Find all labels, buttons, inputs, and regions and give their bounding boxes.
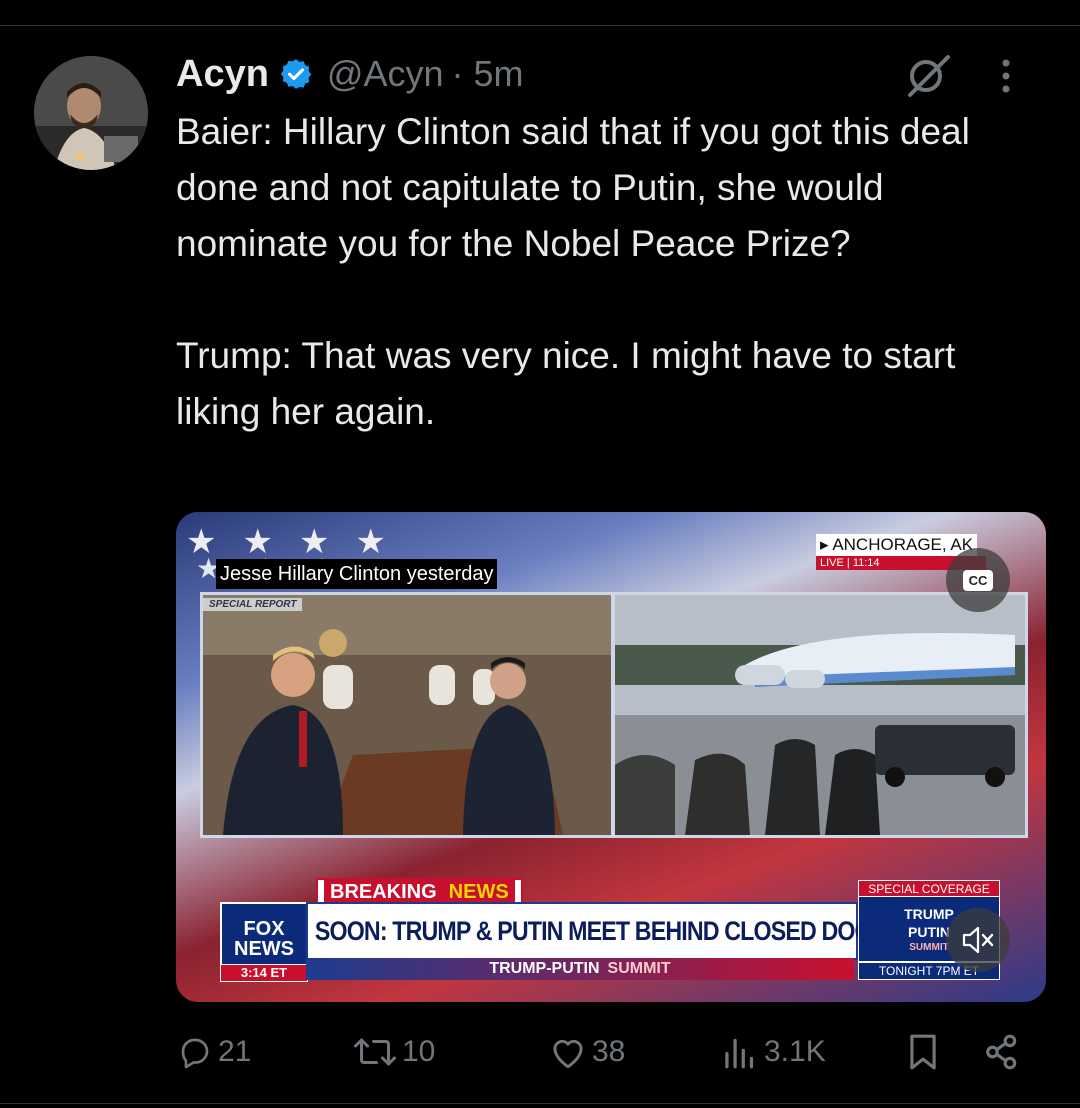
display-name[interactable]: Acyn [176, 53, 269, 96]
subbar-text-2: SUMMIT [607, 960, 671, 977]
special-report-tag: SPECIAL REPORT [203, 598, 303, 611]
tweet-top-actions [900, 52, 1016, 100]
repost-button[interactable]: 10 [352, 1030, 435, 1074]
reply-count: 21 [218, 1035, 252, 1068]
repost-icon [354, 1038, 396, 1066]
avatar[interactable] [34, 56, 148, 170]
breaking-word: BREAKING [324, 880, 443, 904]
subbar-text-1: TRUMP-PUTIN [489, 960, 600, 977]
tweet-header: Acyn @Acyn · 5m [176, 50, 524, 98]
chyron-subbar: TRUMP-PUTIN SUMMIT [306, 958, 854, 980]
location-label: ▸ ANCHORAGE, AK [816, 534, 978, 556]
bottom-divider [0, 1103, 1080, 1104]
timestamp[interactable]: · 5m [452, 53, 524, 95]
fox-logo-text-2: NEWS [234, 938, 294, 960]
like-icon [553, 1039, 583, 1069]
grok-icon[interactable] [900, 52, 956, 100]
more-icon[interactable] [996, 52, 1016, 100]
video-panel-interview [200, 592, 614, 838]
bookmark-icon [910, 1034, 936, 1070]
reply-icon [181, 1038, 209, 1069]
video-player[interactable]: ★★★★ ★★★ [176, 512, 1046, 1002]
video-caption: Jesse Hillary Clinton yesterday [216, 559, 498, 589]
chyron-headline: SOON: TRUMP & PUTIN MEET BEHIND CLOSED D… [314, 915, 903, 946]
news-word: NEWS [442, 880, 515, 904]
cc-icon: CC [962, 569, 994, 591]
verified-badge-icon [279, 57, 313, 91]
video-panel-airport [612, 592, 1028, 838]
fox-logo-text-1: FOX [243, 918, 285, 940]
bookmark-button[interactable] [906, 1030, 940, 1074]
top-divider [0, 25, 1080, 26]
user-handle[interactable]: @Acyn [327, 53, 444, 95]
views-button[interactable]: 3.1K [720, 1030, 826, 1074]
repost-count: 10 [402, 1035, 436, 1068]
share-icon [986, 1034, 1017, 1070]
tweet-actions: 21 10 38 3.1K [176, 1030, 1046, 1074]
share-button[interactable] [982, 1030, 1022, 1074]
reply-button[interactable]: 21 [176, 1030, 251, 1074]
closed-captions-button[interactable]: CC [946, 548, 1010, 612]
mute-button[interactable] [946, 908, 1010, 972]
view-count: 3.1K [764, 1035, 826, 1068]
mute-icon [962, 926, 994, 954]
tweet-text: Baier: Hillary Clinton said that if you … [176, 111, 970, 432]
like-button[interactable]: 38 [548, 1030, 625, 1074]
views-icon [725, 1038, 754, 1069]
chyron: SOON: TRUMP & PUTIN MEET BEHIND CLOSED D… [306, 902, 903, 960]
broadcast-clock: 3:14 ET [220, 964, 308, 982]
like-count: 38 [592, 1035, 626, 1068]
